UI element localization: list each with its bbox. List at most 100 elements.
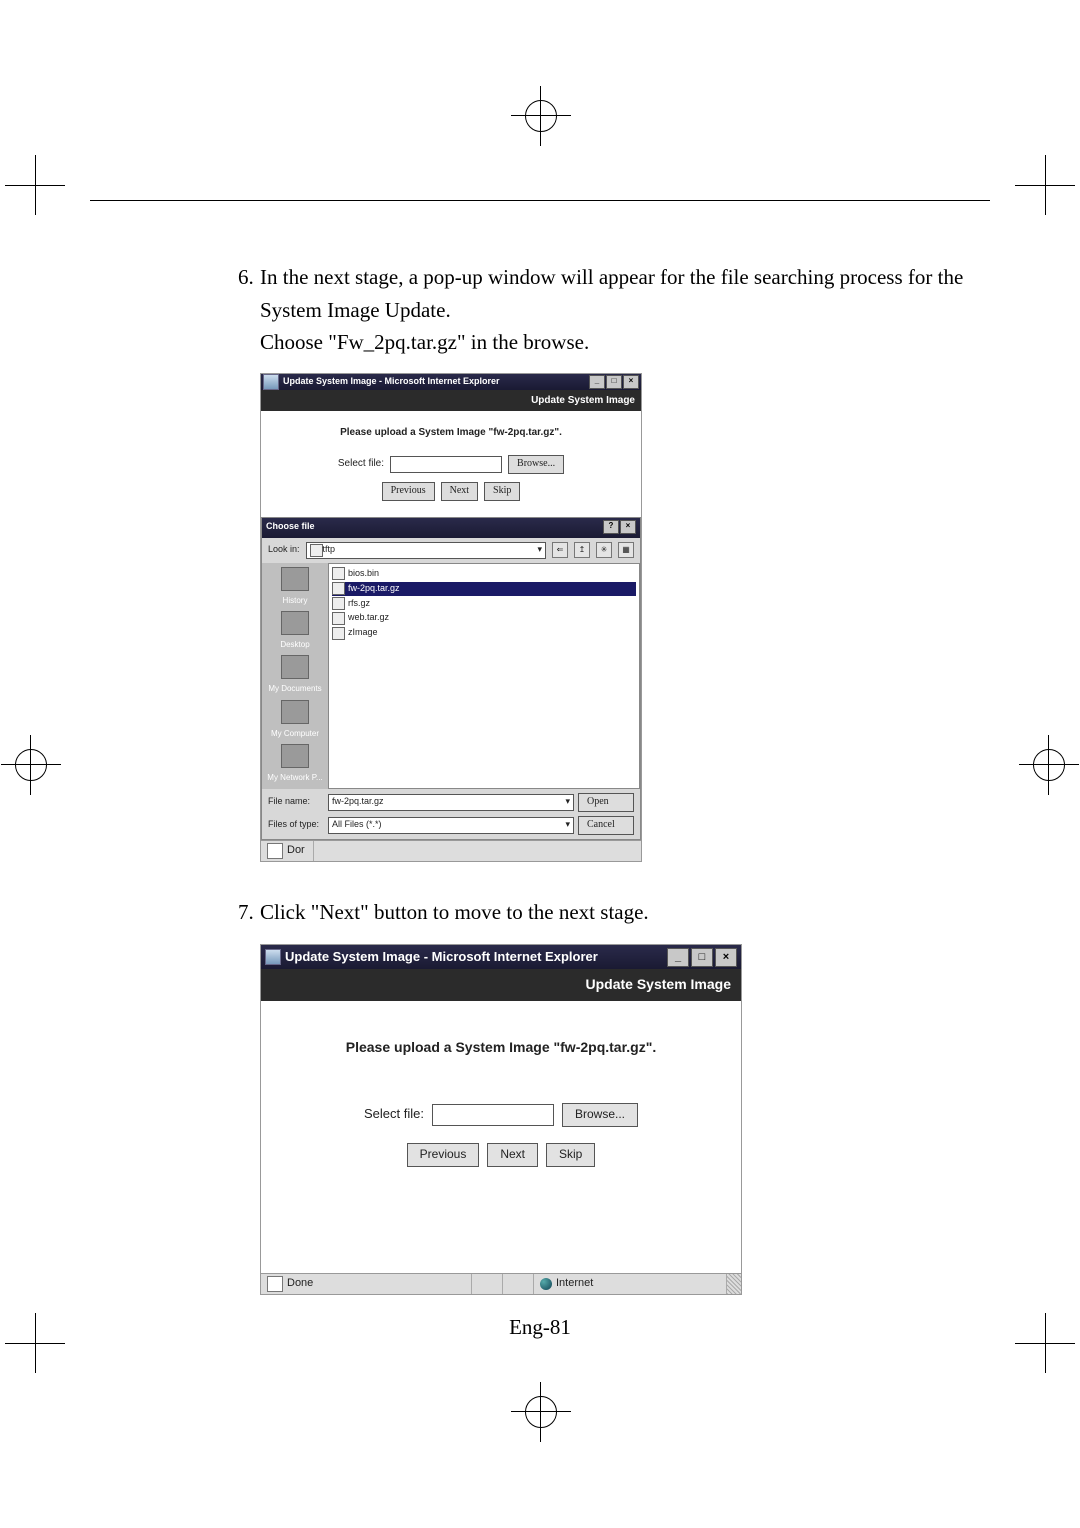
file-name: fw-2pq.tar.gz: [348, 582, 400, 596]
maximize-button[interactable]: □: [606, 375, 622, 389]
step-text: System Image Update.: [260, 298, 451, 322]
step-number: 6.: [238, 261, 260, 294]
crop-mark: [1015, 1313, 1075, 1373]
crop-mark: [5, 1313, 65, 1373]
page-subheader: Update System Image: [261, 390, 641, 412]
dialog-title: Choose file: [266, 520, 315, 536]
ie-icon: [263, 374, 279, 390]
document-icon: [267, 1276, 283, 1292]
step-7: 7.Click "Next" button to move to the nex…: [260, 896, 990, 1295]
next-button[interactable]: Next: [487, 1143, 538, 1167]
step-number: 7.: [238, 896, 260, 929]
select-file-label: Select file:: [338, 456, 384, 472]
minimize-button[interactable]: _: [589, 375, 605, 389]
file-name: bios.bin: [348, 567, 379, 581]
files-of-type-combo[interactable]: All Files (*.*)▾: [328, 817, 574, 834]
places-label: My Documents: [268, 683, 321, 695]
folder-icon: [310, 544, 323, 557]
file-item: bios.bin: [332, 567, 636, 581]
help-button[interactable]: ?: [603, 520, 619, 534]
browse-button[interactable]: Browse...: [508, 455, 564, 474]
registration-mark: [15, 749, 47, 781]
new-folder-icon[interactable]: ✳: [596, 542, 612, 558]
step-text: Click "Next" button to move to the next …: [260, 900, 649, 924]
chevron-down-icon: ▾: [565, 818, 570, 832]
file-icon: [332, 582, 345, 595]
look-in-value: tftp: [323, 543, 336, 557]
places-label: History: [283, 595, 308, 607]
step-text: Choose "Fw_2pq.tar.gz" in the browse.: [260, 330, 589, 354]
registration-mark: [525, 1396, 557, 1428]
select-file-label: Select file:: [364, 1104, 424, 1124]
look-in-label: Look in:: [268, 543, 300, 557]
open-button[interactable]: Open: [578, 793, 634, 812]
files-of-type-label: Files of type:: [268, 818, 324, 832]
file-name: zImage: [348, 626, 378, 640]
file-item: zImage: [332, 626, 636, 640]
file-input[interactable]: [390, 456, 502, 473]
file-icon: [332, 567, 345, 580]
back-icon[interactable]: ⇐: [552, 542, 568, 558]
places-label: My Computer: [271, 728, 319, 740]
screenshot-upper: Update System Image - Microsoft Internet…: [260, 373, 642, 862]
step-text: In the next stage, a pop-up window will …: [260, 265, 963, 289]
upload-message: Please upload a System Image "fw-2pq.tar…: [279, 1037, 723, 1059]
internet-zone-icon: [540, 1278, 552, 1290]
skip-button[interactable]: Skip: [484, 482, 520, 501]
places-label: Desktop: [280, 639, 309, 651]
my-computer-icon[interactable]: [281, 700, 309, 724]
choose-file-dialog: Choose file ? × Look in: tftp: [261, 517, 641, 840]
window-title: Update System Image - Microsoft Internet…: [283, 375, 500, 389]
up-folder-icon[interactable]: ↥: [574, 542, 590, 558]
file-input[interactable]: [432, 1104, 554, 1126]
window-title: Update System Image - Microsoft Internet…: [285, 947, 598, 967]
registration-mark: [1033, 749, 1065, 781]
file-item-selected: fw-2pq.tar.gz: [332, 582, 636, 596]
desktop-icon[interactable]: [281, 611, 309, 635]
document-icon: [267, 843, 283, 859]
chevron-down-icon: ▾: [537, 543, 542, 557]
previous-button[interactable]: Previous: [382, 482, 435, 501]
my-network-icon[interactable]: [281, 744, 309, 768]
registration-mark: [525, 100, 557, 132]
page-number: Eng-81: [90, 1315, 990, 1340]
previous-button[interactable]: Previous: [407, 1143, 480, 1167]
history-icon[interactable]: [281, 567, 309, 591]
file-item: web.tar.gz: [332, 611, 636, 625]
file-list[interactable]: bios.bin fw-2pq.tar.gz rfs.gz web.tar.gz…: [328, 563, 640, 789]
next-button[interactable]: Next: [441, 482, 478, 501]
maximize-button[interactable]: □: [691, 948, 713, 967]
chevron-down-icon: ▾: [565, 795, 570, 809]
ie-icon: [265, 949, 281, 965]
step-6: 6.In the next stage, a pop-up window wil…: [260, 261, 990, 862]
upload-message: Please upload a System Image "fw-2pq.tar…: [271, 425, 631, 441]
page-content: 6.In the next stage, a pop-up window wil…: [90, 200, 990, 1328]
crop-mark: [5, 155, 65, 215]
minimize-button[interactable]: _: [667, 948, 689, 967]
file-name: rfs.gz: [348, 597, 370, 611]
places-label: My Network P...: [267, 772, 322, 784]
my-documents-icon[interactable]: [281, 655, 309, 679]
file-icon: [332, 612, 345, 625]
views-icon[interactable]: ▦: [618, 542, 634, 558]
resize-grip[interactable]: [727, 1274, 741, 1294]
file-name-field[interactable]: fw-2pq.tar.gz▾: [328, 794, 574, 811]
file-name-label: File name:: [268, 795, 324, 809]
browse-button[interactable]: Browse...: [562, 1103, 638, 1127]
cancel-button[interactable]: Cancel: [578, 816, 634, 835]
file-name: web.tar.gz: [348, 611, 389, 625]
close-button[interactable]: ×: [715, 948, 737, 967]
close-button[interactable]: ×: [623, 375, 639, 389]
page-subheader: Update System Image: [261, 969, 741, 1001]
places-bar: History Desktop My Documents My Computer…: [262, 563, 328, 789]
file-item: rfs.gz: [332, 597, 636, 611]
close-button[interactable]: ×: [620, 520, 636, 534]
status-bar: Done Internet: [261, 1273, 741, 1294]
status-done: Done: [287, 1275, 313, 1292]
skip-button[interactable]: Skip: [546, 1143, 595, 1167]
look-in-combo[interactable]: tftp ▾: [306, 542, 546, 559]
window-titlebar: Update System Image - Microsoft Internet…: [261, 945, 741, 969]
window-titlebar: Update System Image - Microsoft Internet…: [261, 374, 641, 390]
file-icon: [332, 597, 345, 610]
status-text: Dor: [287, 842, 305, 859]
